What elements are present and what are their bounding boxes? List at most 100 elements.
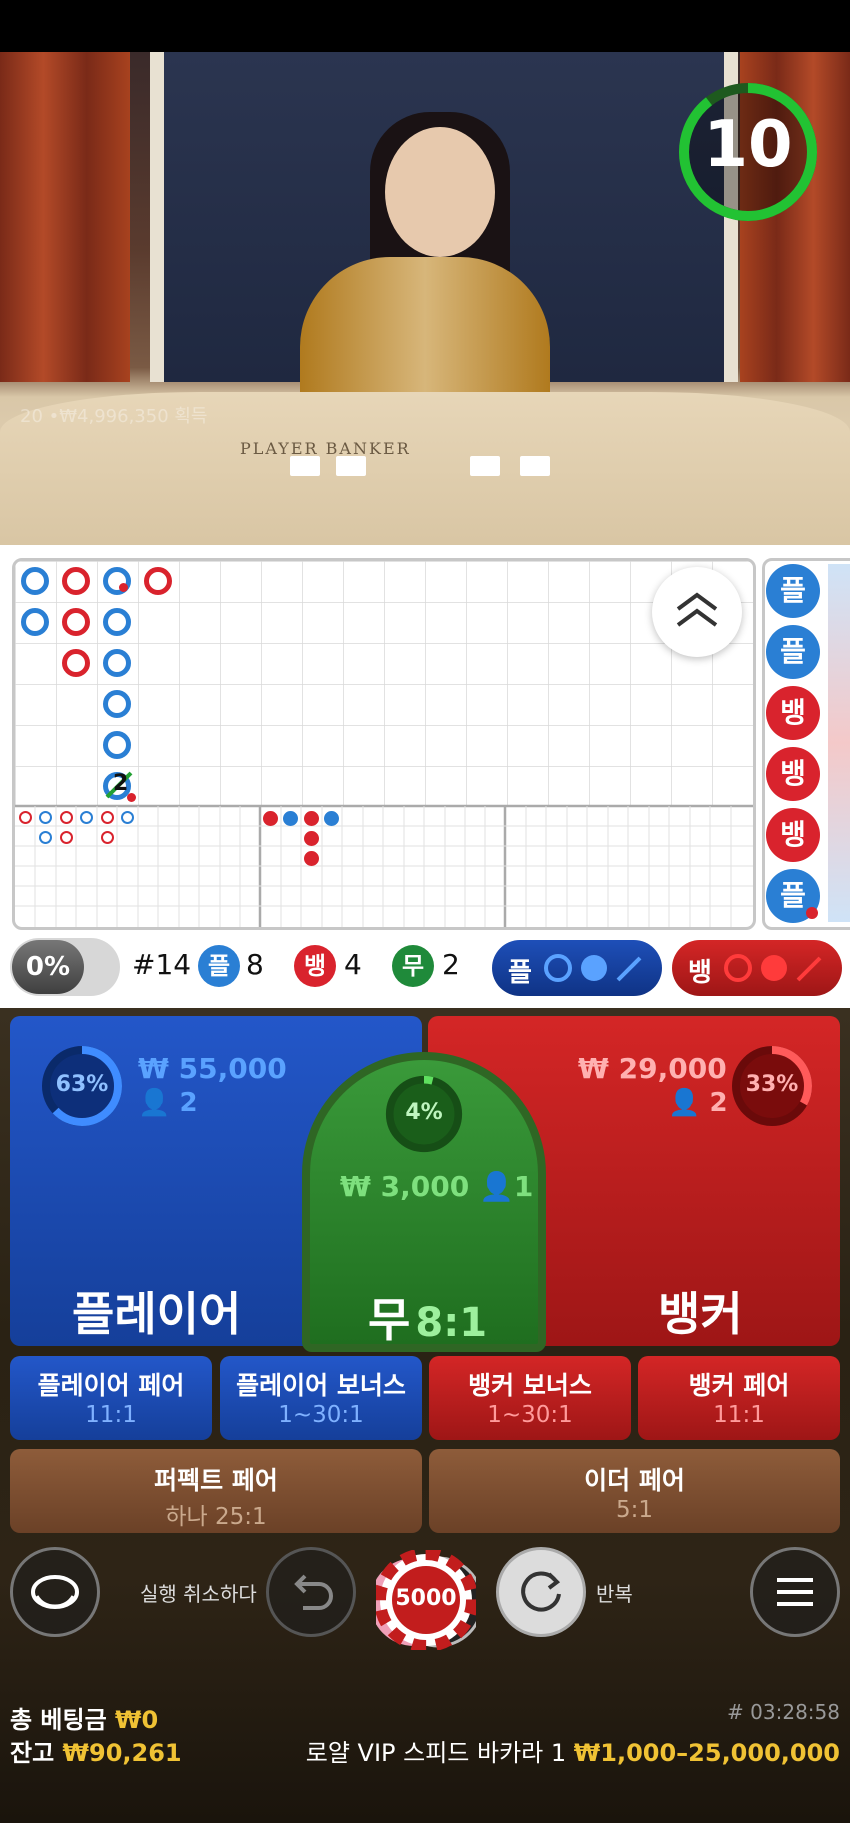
banker-bonus-button[interactable]: 뱅커 보너스 1~30:1 [429,1356,631,1440]
road-player-ring [103,731,131,759]
tie-bet-spot[interactable]: 4% ₩ 3,000 👤1 무 8:1 [302,1052,546,1352]
road-banker-ring [62,567,90,595]
card [520,456,550,476]
banker-pair-button[interactable]: 뱅커 페어 11:1 [638,1356,840,1440]
chat-bubble-icon [31,1575,79,1609]
table-info: 로얄 VIP 스피드 바카라 1 ₩1,000–25,000,000 [306,1733,840,1768]
repeat-label: 반복 [596,1582,633,1606]
table-limits: ₩1,000–25,000,000 [573,1739,840,1767]
undo-label: 실행 취소하다 [140,1582,257,1606]
road-banker-ring [62,649,90,677]
total-bet: 총 베팅금 ₩0 [10,1700,158,1735]
tie-label: 무 [368,1293,411,1347]
banker-bonus-odds: 1~30:1 [487,1402,573,1428]
player-pair-odds: 11:1 [85,1402,137,1428]
tie-bet-total: ₩ 3,000 [340,1170,470,1203]
derived-dot [324,811,339,826]
bead-banker: 뱅 [766,686,820,740]
derived-ring [39,811,52,824]
bead-player: 플 [766,625,820,679]
perfect-pair-label: 퍼펙트 페어 [154,1466,278,1495]
derived-ring [19,811,32,824]
countdown-number: 10 [703,108,793,182]
tie-bettor-count: 1 [513,1170,534,1203]
road-player-ring [103,608,131,636]
road-player-ring [21,567,49,595]
balance: 잔고 ₩90,261 [10,1733,182,1768]
menu-button[interactable] [750,1547,840,1637]
tie-percent: 4% [405,1100,443,1125]
bead-banker: 뱅 [766,747,820,801]
derived-ring [60,811,73,824]
either-pair-label: 이더 페어 [584,1466,685,1495]
big-road-grid: 2 [12,558,756,930]
bead-banker: 뱅 [766,808,820,862]
player-bonus-odds: 1~30:1 [278,1402,364,1428]
person-icon: 👤 [138,1088,171,1118]
road-player-ring [21,608,49,636]
player-pair-button[interactable]: 플레이어 페어 11:1 [10,1356,212,1440]
bead-road-next-column [828,564,850,922]
player-bet-total: ₩ 55,000 [138,1052,287,1085]
card [470,456,500,476]
player-label: 플레이어 [72,1287,242,1341]
pair-marker-dot [806,907,818,919]
derived-dot [304,831,319,846]
repeat-button[interactable] [496,1547,586,1637]
derived-ring [101,811,114,824]
table-name: 로얄 VIP 스피드 바카라 1 [305,1739,567,1767]
player-bonus-button[interactable]: 플레이어 보너스 1~30:1 [220,1356,422,1440]
balance-label: 잔고 [10,1739,55,1767]
total-bet-value: ₩0 [115,1706,159,1734]
balance-value: ₩90,261 [62,1739,182,1767]
tie-label-group: 무 8:1 [368,1284,487,1350]
derived-ring [101,831,114,844]
banker-pair-odds: 11:1 [713,1402,765,1428]
either-pair-button[interactable]: 이더 페어 5:1 [429,1449,840,1533]
card [336,456,366,476]
derived-ring [39,831,52,844]
banker-label: 뱅커 [658,1287,743,1341]
banker-count: 4 [344,948,362,981]
percent-toggle-knob[interactable]: 0% [12,940,84,994]
road-banker-ring [144,567,172,595]
player-pair-label: 플레이어 페어 [37,1371,185,1400]
banker-bet-total: ₩ 29,000 [578,1052,727,1085]
either-pair-odds: 5:1 [615,1497,653,1523]
card [290,456,320,476]
derived-ring [60,831,73,844]
predict-road-icons [544,954,642,982]
banker-predict-label: 뱅 [688,958,712,988]
pair-marker-dot [119,583,128,592]
chip-value: 5000 [395,1586,457,1611]
derived-dot [304,851,319,866]
collapse-roads-button[interactable] [652,567,742,657]
banker-bonus-label: 뱅커 보너스 [468,1371,592,1400]
hamburger-icon [777,1578,813,1606]
road-player-ring [103,690,131,718]
banker-pair-label: 뱅커 페어 [688,1371,790,1400]
dealer-face [385,127,495,257]
player-bonus-label: 플레이어 보너스 [236,1371,406,1400]
banker-predict-button[interactable]: 뱅 [672,940,842,996]
player-predict-button[interactable]: 플 [492,940,662,996]
derived-dot [304,811,319,826]
bead-player: 플 [766,564,820,618]
pair-marker-dot [127,793,136,802]
tie-bet-info: ₩ 3,000 👤1 [340,1170,533,1203]
banker-bettors: 👤 2 [668,1088,728,1118]
undo-button[interactable] [266,1547,356,1637]
perfect-pair-odds: 하나 25:1 [165,1504,267,1530]
road-player-ring [103,649,131,677]
round-number: #14 [132,948,192,981]
win-ticker: 20 •₩4,996,350 획득 [20,406,208,427]
table-print: PLAYER BANKER [240,439,411,458]
banker-bettor-count: 2 [709,1088,728,1118]
person-icon: 👤 [478,1170,514,1203]
tie-odds: 8:1 [415,1300,488,1346]
chat-button[interactable] [10,1547,100,1637]
tie-stat-badge: 무 [392,945,434,987]
derived-ring [121,811,134,824]
perfect-pair-button[interactable]: 퍼펙트 페어 하나 25:1 [10,1449,422,1533]
player-percent: 63% [55,1072,109,1097]
